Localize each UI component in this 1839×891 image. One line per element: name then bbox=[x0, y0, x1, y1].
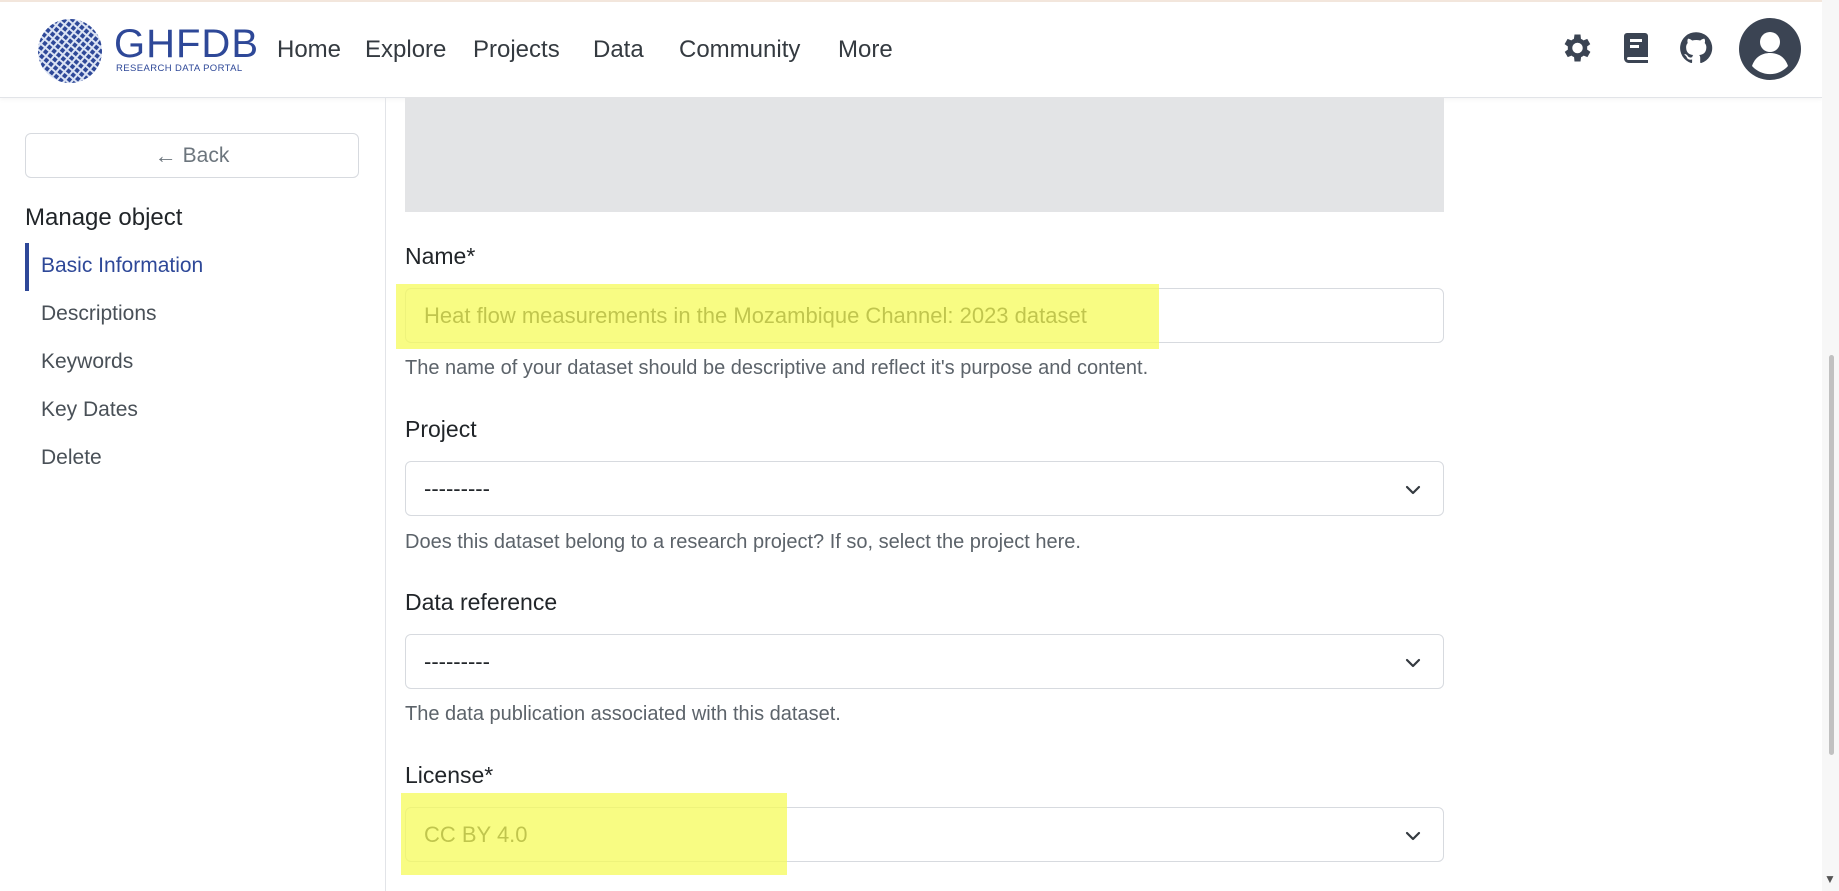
github-icon[interactable] bbox=[1678, 30, 1714, 66]
nav-data[interactable]: Data bbox=[593, 36, 644, 64]
brand-subtitle: RESEARCH DATA PORTAL bbox=[116, 63, 243, 74]
project-select[interactable]: --------- bbox=[405, 461, 1444, 516]
manage-object-heading: Manage object bbox=[25, 204, 183, 231]
project-label: Project bbox=[405, 416, 477, 442]
name-input[interactable]: Heat flow measurements in the Mozambique… bbox=[405, 288, 1444, 343]
sidebar-item-basic-information[interactable]: Basic Information bbox=[41, 254, 203, 278]
chevron-down-icon bbox=[1405, 658, 1421, 668]
license-select-value: CC BY 4.0 bbox=[424, 821, 528, 847]
data-reference-help-text: The data publication associated with thi… bbox=[405, 703, 841, 725]
sidebar-item-key-dates[interactable]: Key Dates bbox=[41, 398, 138, 422]
chevron-down-icon bbox=[1405, 485, 1421, 495]
book-icon[interactable] bbox=[1618, 30, 1654, 66]
data-reference-select-value: --------- bbox=[424, 648, 490, 674]
nav-more[interactable]: More bbox=[838, 36, 893, 64]
brand-name: GHFDB bbox=[114, 22, 259, 66]
gear-icon[interactable] bbox=[1558, 30, 1594, 66]
nav-projects[interactable]: Projects bbox=[473, 36, 560, 64]
sidebar-divider bbox=[385, 97, 386, 891]
license-label: License* bbox=[405, 762, 494, 788]
back-button-label: Back bbox=[182, 143, 230, 167]
globe-logo-icon bbox=[38, 19, 102, 83]
sidebar-item-descriptions[interactable]: Descriptions bbox=[41, 302, 157, 326]
project-help-text: Does this dataset belong to a research p… bbox=[405, 531, 1081, 553]
active-indicator bbox=[25, 243, 29, 291]
back-button[interactable]: ← Back bbox=[25, 133, 359, 178]
sidebar-item-keywords[interactable]: Keywords bbox=[41, 350, 133, 374]
scroll-down-arrow-icon[interactable]: ▼ bbox=[1824, 872, 1836, 886]
arrow-left-icon: ← bbox=[154, 142, 177, 168]
nav-explore[interactable]: Explore bbox=[365, 36, 446, 64]
chevron-down-icon bbox=[1405, 831, 1421, 841]
project-select-value: --------- bbox=[424, 475, 490, 501]
data-reference-select[interactable]: --------- bbox=[405, 634, 1444, 689]
name-help-text: The name of your dataset should be descr… bbox=[405, 357, 1149, 379]
brand-logo[interactable]: GHFDB RESEARCH DATA PORTAL bbox=[34, 16, 258, 86]
nav-community[interactable]: Community bbox=[679, 36, 800, 64]
scrollbar-thumb[interactable] bbox=[1829, 355, 1834, 755]
image-preview-placeholder bbox=[405, 97, 1444, 212]
data-reference-label: Data reference bbox=[405, 589, 558, 615]
nav-home[interactable]: Home bbox=[277, 36, 341, 64]
top-navbar: GHFDB RESEARCH DATA PORTAL Home Explore … bbox=[0, 2, 1822, 98]
name-label: Name* bbox=[405, 243, 476, 269]
license-select[interactable]: CC BY 4.0 bbox=[405, 807, 1444, 862]
user-avatar-icon[interactable] bbox=[1739, 18, 1801, 80]
sidebar-item-delete[interactable]: Delete bbox=[41, 446, 102, 470]
